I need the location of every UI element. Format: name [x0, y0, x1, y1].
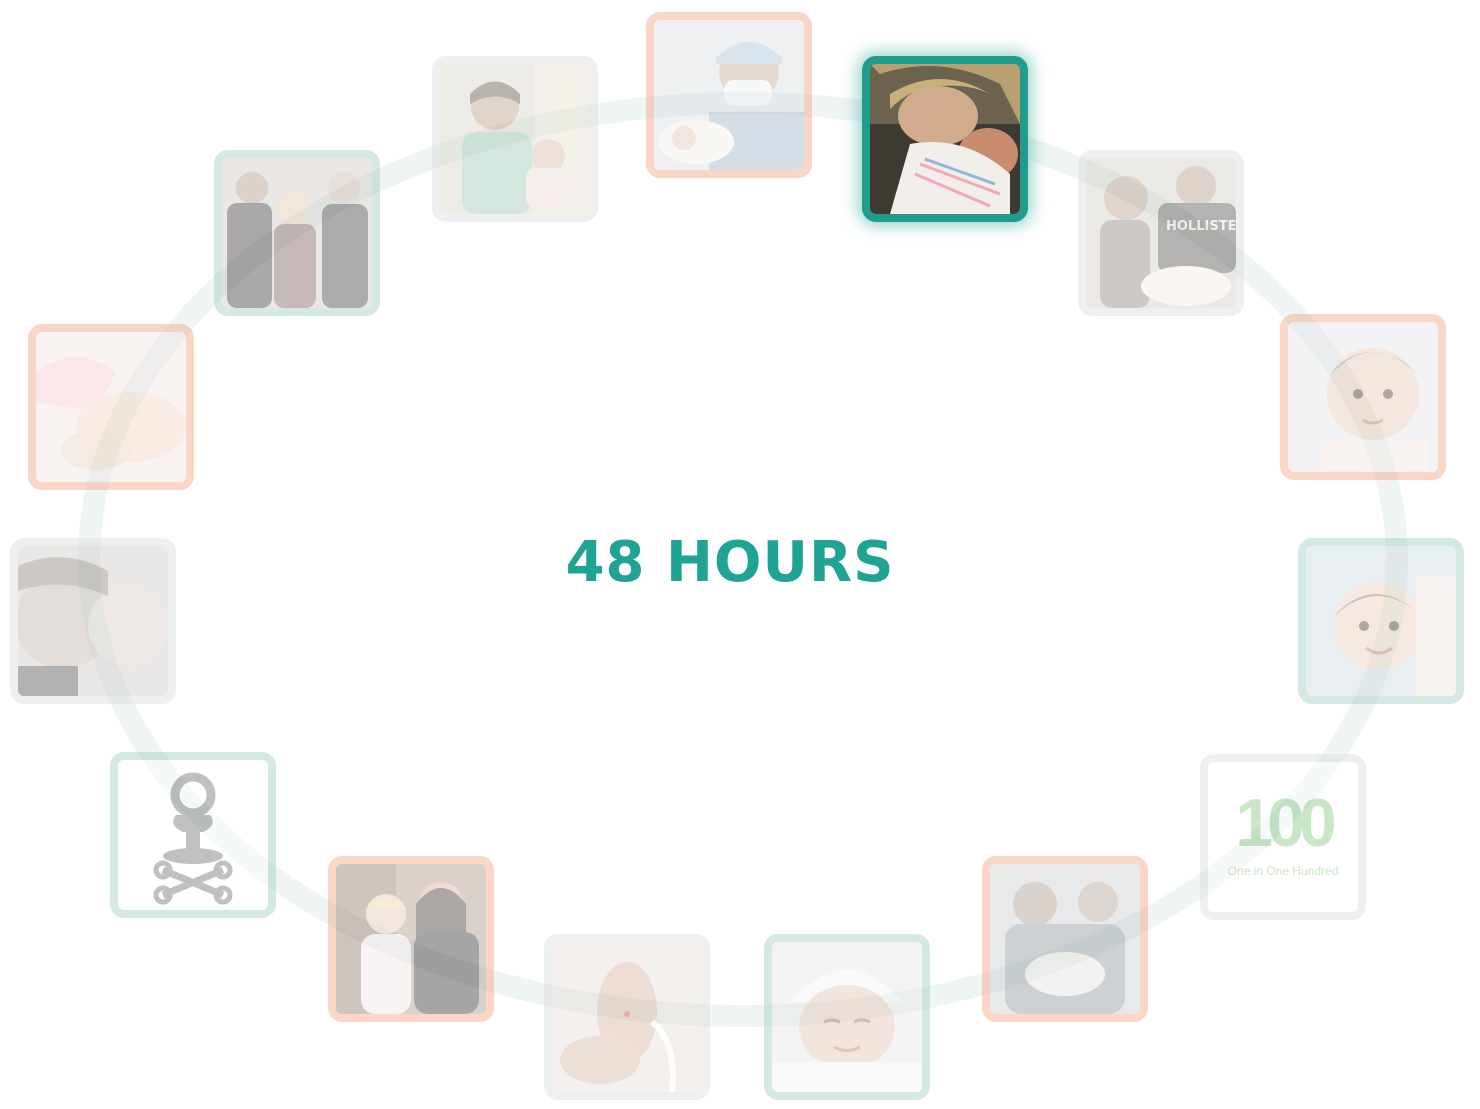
photo-ring-stage: 48 HOURS HOLLISTE 100 One in One Hundred — [0, 0, 1480, 1109]
tile-doctor-newborn[interactable] — [646, 12, 812, 178]
doctor-newborn-photo — [654, 20, 804, 170]
tile-baby-foot[interactable] — [544, 934, 710, 1100]
newborn-hat-photo — [772, 942, 922, 1092]
tile-pacifier-pins-icon[interactable] — [110, 752, 276, 918]
page-title: 48 HOURS — [565, 530, 895, 595]
svg-text:HOLLISTER: HOLLISTER — [1166, 219, 1236, 234]
logo-number: 100 — [1235, 785, 1336, 861]
tile-sisters-cheek[interactable] — [10, 538, 176, 704]
tile-group-visit[interactable] — [214, 150, 380, 316]
tile-boy-holding-baby[interactable] — [432, 56, 598, 222]
pacifier-pins-icon — [118, 760, 268, 910]
mother-toddler-photo — [336, 864, 486, 1014]
kids-newborn-photo: HOLLISTER — [1086, 158, 1236, 308]
tile-siblings-hospital[interactable] — [982, 856, 1148, 1022]
baby-foot-photo — [552, 942, 702, 1092]
baby-portrait-photo — [1288, 322, 1438, 472]
group-visit-photo — [222, 158, 372, 308]
sisters-cheek-photo — [18, 546, 168, 696]
logo-tagline: One in One Hundred — [1227, 864, 1339, 878]
baby-hands-photo — [36, 332, 186, 482]
tile-kids-newborn[interactable]: HOLLISTER — [1078, 150, 1244, 316]
tile-one-in-one-hundred-logo[interactable]: 100 One in One Hundred — [1200, 754, 1366, 920]
baby-smiling-photo — [1306, 546, 1456, 696]
tile-newborn-hat[interactable] — [764, 934, 930, 1100]
tile-mother-newborn-active[interactable] — [862, 56, 1028, 222]
tile-baby-smiling[interactable] — [1298, 538, 1464, 704]
tile-mother-toddler[interactable] — [328, 856, 494, 1022]
boy-holding-baby-photo — [440, 64, 590, 214]
tile-baby-portrait[interactable] — [1280, 314, 1446, 480]
mother-newborn-photo — [870, 64, 1020, 214]
tile-baby-hands[interactable] — [28, 324, 194, 490]
siblings-hospital-photo — [990, 864, 1140, 1014]
